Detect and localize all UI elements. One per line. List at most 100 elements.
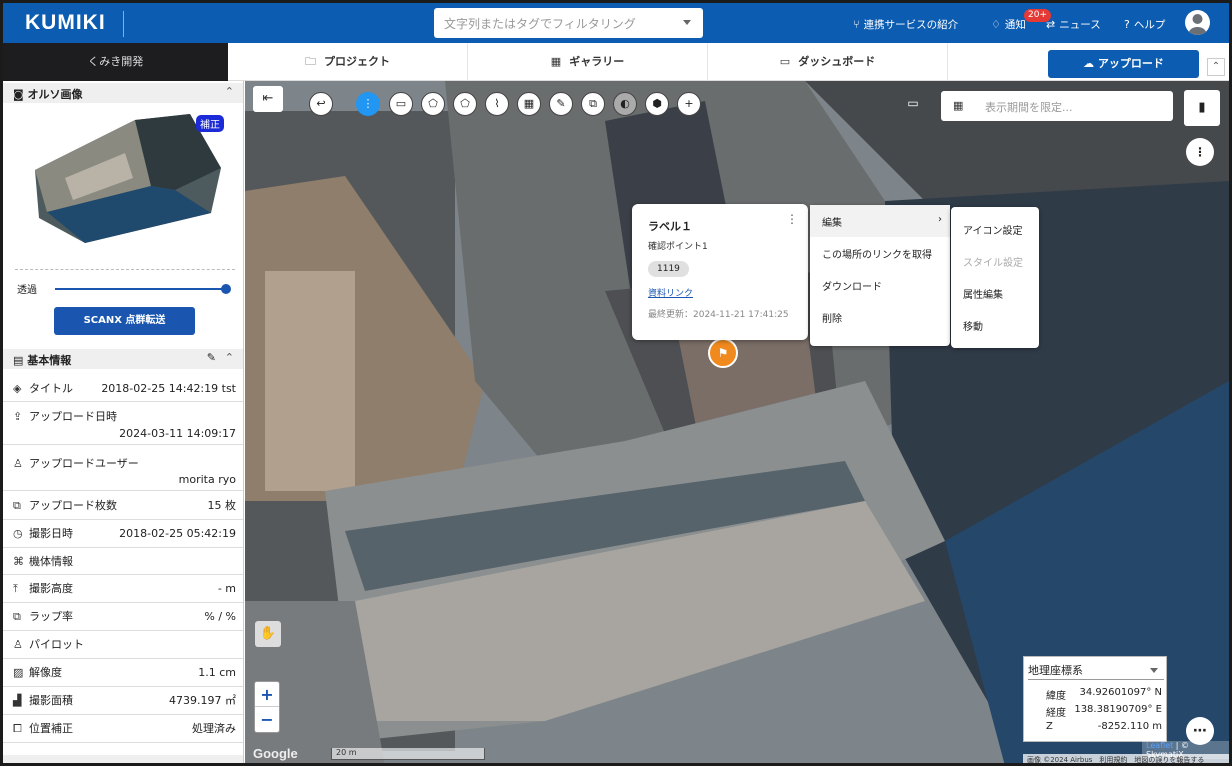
cross-section-icon[interactable]: ▦ [517, 92, 541, 116]
chevron-up-icon[interactable]: ⌃ [225, 351, 234, 364]
menu-item-move[interactable]: 移動 [951, 309, 1039, 341]
menu-item-delete[interactable]: 削除 [810, 301, 950, 333]
grid-icon: ▦ [550, 55, 562, 68]
collapse-sidebar-button[interactable]: ⇤ [253, 86, 283, 112]
divider [123, 11, 124, 37]
images-icon: ⧉ [13, 499, 21, 512]
scanx-transfer-button[interactable]: SCANX 点群転送 [54, 307, 195, 335]
menu-item-edit[interactable]: 編集 › [810, 205, 950, 237]
logo[interactable]: KUMIKI [25, 11, 106, 35]
chevron-right-icon: › [938, 214, 942, 225]
info-row-aircraft: ⌘ 機体情報 [3, 548, 243, 575]
label-popup: ⋮ ラベル１ 確認ポイント1 1119 資料リンク 最終更新：2024-11-2… [632, 204, 808, 340]
integration-link[interactable]: ⑂ 連携サービスの紹介 [853, 17, 958, 32]
last-updated: 最終更新：2024-11-21 17:41:25 [648, 310, 789, 320]
clock-icon: ◷ [13, 527, 23, 540]
menu-item-icon-settings[interactable]: アイコン設定 [951, 213, 1039, 245]
menu-item-attribute-edit[interactable]: 属性編集 [951, 277, 1039, 309]
notification-link[interactable]: ♢ 通知 [991, 17, 1026, 32]
draw-icon[interactable]: ✎ [549, 92, 573, 116]
copy-icon[interactable]: ⧉ [581, 92, 605, 116]
popup-subtitle: 確認ポイント1 [648, 242, 708, 252]
kebab-menu-icon[interactable]: ⋮ [786, 212, 798, 226]
correction-icon: ⧠ [13, 722, 22, 735]
zoom-out-button[interactable]: − [255, 707, 279, 732]
basic-info-section-header[interactable]: ▤ 基本情報 ✎ ⌃ [3, 349, 243, 369]
coordinate-system-select[interactable]: 地理座標系 [1028, 662, 1164, 680]
zoom-in-button[interactable]: + [255, 682, 279, 707]
org-name[interactable]: くみき開発 [3, 43, 228, 81]
news-link[interactable]: ⇄ ニュース [1046, 17, 1101, 32]
menu-item-download[interactable]: ダウンロード [810, 269, 950, 301]
collapse-nav-button[interactable]: ⌃ [1207, 58, 1225, 76]
upload-button[interactable]: ☁ アップロード [1048, 50, 1199, 78]
pentagon-icon[interactable]: ⬠ [453, 92, 477, 116]
bell-icon: ♢ [991, 18, 1001, 31]
cube-icon[interactable]: ⬢ [645, 92, 669, 116]
transparency-slider[interactable] [55, 288, 227, 290]
main-nav: くみき開発 🗀 プロジェクト ▦ ギャラリー ▭ ダッシュボード ☁ アップロード ⌃ [3, 43, 1229, 81]
chevron-up-icon[interactable]: ⌃ [225, 85, 234, 98]
divider [15, 269, 235, 270]
chevron-down-icon[interactable] [683, 20, 691, 25]
popup-tag-chip[interactable]: 1119 [648, 261, 689, 277]
info-row-altitude: ⤒ 撮影高度 - m [3, 575, 243, 603]
share-icon: ⑂ [853, 18, 860, 31]
search-input[interactable]: 文字列またはタグでフィルタリング [434, 8, 703, 38]
document-link[interactable]: 資料リンク [648, 286, 792, 299]
correction-badge: 補正 [196, 115, 224, 132]
map-layers-button[interactable]: ▮ [1184, 90, 1220, 126]
drone-icon: ⌘ [13, 555, 24, 568]
upload-icon: ⇪ [13, 410, 23, 423]
map-view[interactable]: ⇤ ↩ ⋮ ▭ ⬠ ⬠ ⌇ ▦ ✎ ⧉ ◐ ⬢ + ▭ ▦ 表示期間を限定...… [245, 81, 1229, 763]
search-placeholder: 文字列またはタグでフィルタリング [444, 17, 636, 31]
area-icon: ▟ [13, 694, 22, 707]
layers-icon: ◈ [13, 382, 22, 395]
chevron-down-icon [1150, 668, 1158, 673]
header: KUMIKI 文字列またはタグでフィルタリング ⑂ 連携サービスの紹介 ♢ 通知 2… [3, 3, 1229, 43]
marker-tool-icon[interactable]: ⋮ [356, 92, 380, 116]
info-row-upload-date: ⇪ アップロード日時 2024-03-11 14:09:17 [3, 402, 243, 445]
pan-hand-icon[interactable]: ✋ [255, 621, 281, 647]
context-menu: 編集 › この場所のリンクを取得 ダウンロード 削除 [810, 205, 950, 346]
ruler-icon[interactable]: ▭ [389, 92, 413, 116]
polygon-area-icon[interactable]: ⬠ [421, 92, 445, 116]
info-row-count: ⧉ アップロード枚数 15 枚 [3, 491, 243, 520]
info-row-correction: ⧠ 位置補正 処理済み [3, 715, 243, 743]
zoom-control: + − [254, 681, 280, 733]
calendar-icon: ▦ [953, 99, 964, 112]
tab-dashboard[interactable]: ▭ ダッシュボード [708, 43, 948, 81]
back-icon[interactable]: ↩ [309, 92, 333, 116]
camera-icon: ◙ [13, 88, 28, 101]
help-link[interactable]: ? ヘルプ [1124, 17, 1165, 32]
altitude-icon: ⤒ [13, 582, 18, 595]
list-icon: ▤ [13, 354, 28, 367]
transparency-slider-handle[interactable] [221, 284, 231, 294]
menu-item-style-settings: スタイル設定 [963, 258, 1023, 269]
leaflet-link[interactable]: Leaflet [1146, 741, 1173, 750]
label-marker-pin[interactable]: ⚑ [708, 338, 738, 368]
monitor-icon[interactable]: ▭ [903, 93, 923, 113]
tab-projects[interactable]: 🗀 プロジェクト [228, 43, 468, 81]
edit-submenu: アイコン設定 スタイル設定 属性編集 移動 [951, 207, 1039, 348]
transparency-label: 透過 [17, 285, 37, 296]
menu-item-get-link[interactable]: この場所のリンクを取得 [810, 237, 950, 269]
polyline-icon[interactable]: ⌇ [485, 92, 509, 116]
tab-gallery[interactable]: ▦ ギャラリー [468, 43, 708, 81]
user-icon: ♙ [13, 457, 23, 470]
avatar[interactable] [1185, 10, 1210, 35]
more-options-button[interactable]: ⋮ [1186, 138, 1214, 166]
app-window: KUMIKI 文字列またはタグでフィルタリング ⑂ 連携サービスの紹介 ♢ 通知 2… [0, 0, 1232, 766]
popup-title: ラベル１ [648, 220, 692, 233]
google-logo: Google [253, 746, 298, 761]
imagery-attribution: 画像 ©2024 Airbus 利用規約 地図の誤りを報告する [1023, 754, 1229, 763]
next-section-header[interactable] [3, 755, 243, 763]
info-row-overlap: ⧉ ラップ率% / % [3, 603, 243, 631]
date-filter-input[interactable]: ▦ 表示期間を限定... [941, 91, 1173, 121]
ortho-thumbnail[interactable] [25, 108, 225, 248]
plus-icon[interactable]: + [677, 92, 701, 116]
info-row-pilot: ♙ パイロット [3, 631, 243, 659]
pencil-icon[interactable]: ✎ [207, 351, 216, 364]
info-row-upload-user: ♙ アップロードユーザー morita ryo [3, 445, 243, 491]
ortho-section-header[interactable]: ◙ オルソ画像 ⌃ [3, 83, 243, 103]
